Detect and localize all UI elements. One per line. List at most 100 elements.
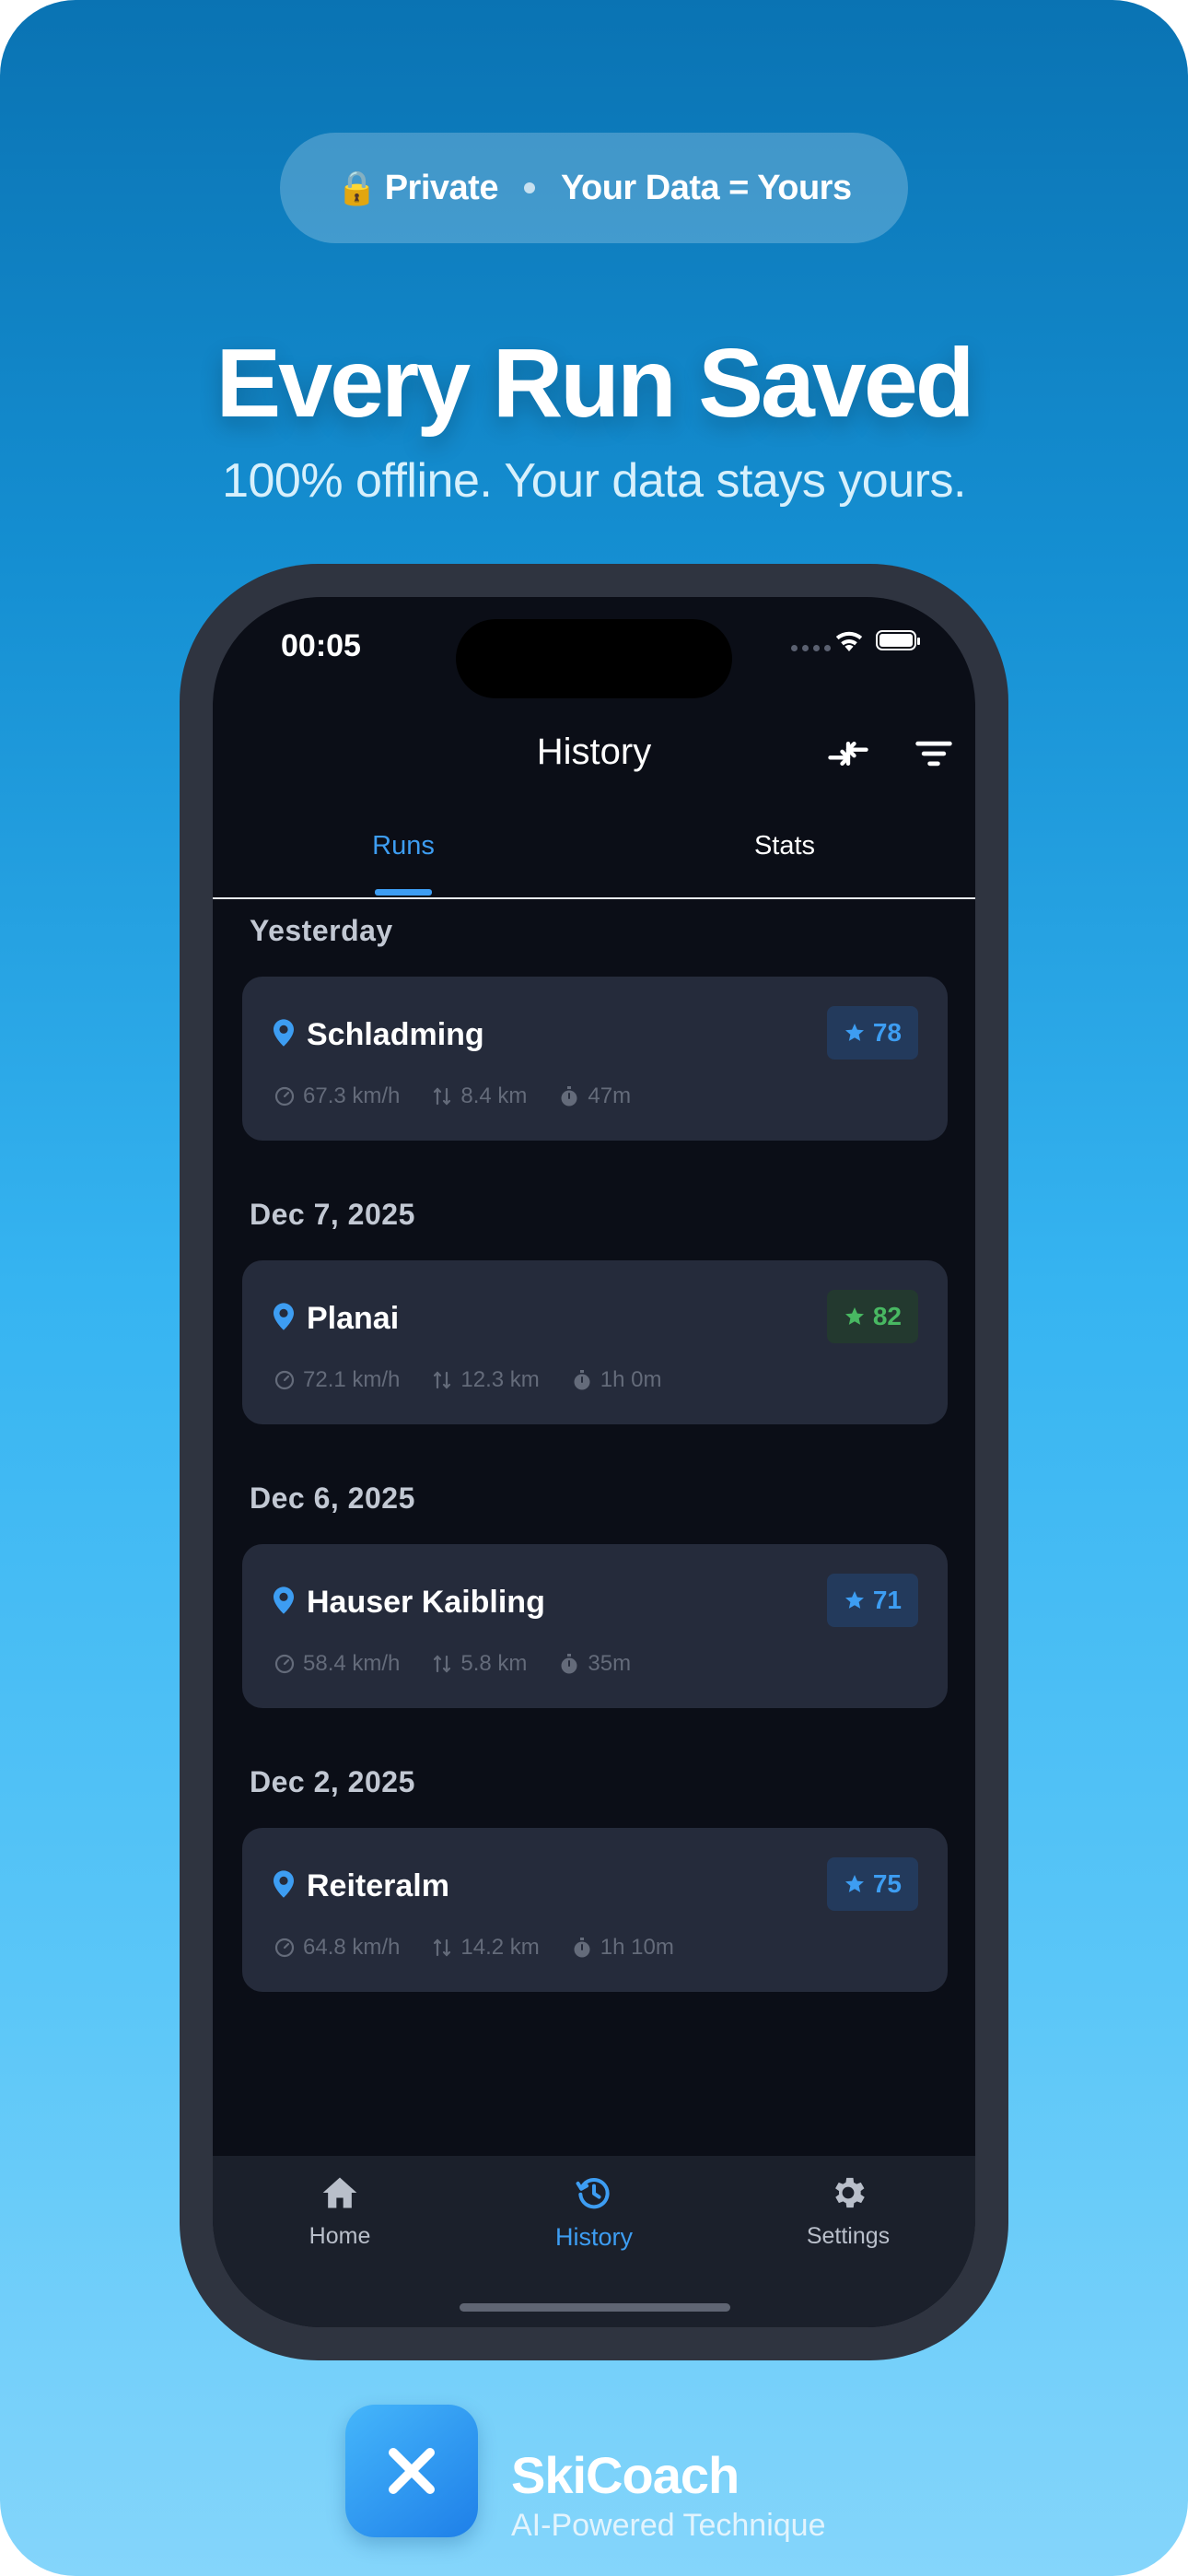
duration-value: 47m [588,1083,632,1108]
score-value: 78 [872,1018,902,1047]
brand-tagline: AI-Powered Technique [511,2508,826,2543]
compare-arrows-icon[interactable] [824,730,872,778]
phone-screen: 00:05 History Runs Stats Yesterday Schla… [213,597,975,2327]
duration-value: 1h 10m [600,1935,674,1960]
duration-value: 35m [588,1651,632,1676]
tab-stats[interactable]: Stats [594,831,975,861]
metric-speed: 67.3 km/h [274,1083,400,1109]
star-icon [844,1875,864,1892]
location-pin-icon [274,1587,294,1614]
skis-crossed-icon [389,2448,435,2494]
duration-value: 1h 0m [600,1367,662,1392]
tab-runs[interactable]: Runs [213,831,594,861]
promo-subtitle: 100% offline. Your data stays yours. [222,454,966,508]
filter-icon[interactable] [910,730,958,778]
location-pin-icon [274,1870,294,1898]
run-metrics: 67.3 km/h 8.4 km 47m [274,1083,662,1109]
nav-label: History [554,2223,633,2251]
nav-item-history[interactable]: History [467,2172,721,2252]
resort-name: Hauser Kaibling [307,1585,545,1620]
distance-value: 5.8 km [460,1651,528,1676]
privacy-label: Private [384,168,499,207]
nav-item-settings[interactable]: Settings [721,2172,975,2250]
metric-speed: 64.8 km/h [274,1935,400,1961]
speedometer-icon [274,1938,295,1958]
nav-label: Settings [806,2223,891,2249]
resort-name: Schladming [307,1017,484,1052]
lock-icon: 🔒 [336,169,378,206]
score-value: 82 [872,1302,902,1330]
route-icon [434,1087,451,1106]
score-badge: 75 [826,1857,918,1911]
metric-distance: 5.8 km [431,1651,527,1677]
home-icon [322,2177,357,2208]
resort-name: Planai [307,1301,400,1336]
section-header: Dec 2, 2025 [250,1765,415,1798]
route-icon [434,1371,451,1389]
star-icon [844,1307,864,1325]
distance-value: 14.2 km [460,1935,540,1960]
home-indicator[interactable] [460,2303,730,2312]
brand-name: SkiCoach [511,2446,740,2504]
score-value: 75 [872,1869,902,1898]
wifi-icon [835,631,863,652]
bottom-nav: Home History Settings [213,2156,975,2327]
stopwatch-icon [561,1654,577,1674]
route-icon [434,1655,451,1673]
metric-duration: 47m [558,1083,631,1109]
status-bar: 00:05 [213,597,975,708]
star-icon [844,1591,864,1609]
score-value: 71 [872,1586,902,1614]
battery-icon [876,630,920,650]
separator-dot [523,182,535,193]
tab-bar: Runs Stats [213,800,975,899]
run-metrics: 58.4 km/h 5.8 km 35m [274,1651,662,1677]
metric-speed: 72.1 km/h [274,1367,400,1393]
nav-label: Home [309,2223,371,2249]
speedometer-icon [274,1086,295,1107]
metric-distance: 8.4 km [431,1083,527,1109]
score-badge: 82 [826,1290,918,1343]
run-card[interactable]: Reiteralm 75 64.8 km/h 14.2 km 1h 10m [242,1828,948,1992]
data-ownership-label: Your Data = Yours [560,168,852,207]
resort-name: Reiteralm [307,1868,449,1903]
privacy-pill: 🔒 Private Your Data = Yours [280,133,908,243]
active-tab-indicator [375,889,432,896]
metric-speed: 58.4 km/h [274,1651,400,1677]
gear-icon [835,2177,865,2208]
metric-distance: 14.2 km [431,1935,540,1961]
run-card[interactable]: Hauser Kaibling 71 58.4 km/h 5.8 km 35m [242,1544,948,1708]
metric-distance: 12.3 km [431,1367,540,1393]
promo-title: Every Run Saved [215,329,974,438]
nav-item-home[interactable]: Home [213,2172,467,2250]
location-pin-icon [274,1019,294,1047]
cellular-signal-icon [791,645,831,651]
speedometer-icon [274,1654,295,1674]
stopwatch-icon [561,1086,577,1107]
run-metrics: 64.8 km/h 14.2 km 1h 10m [274,1935,705,1961]
run-metrics: 72.1 km/h 12.3 km 1h 0m [274,1367,693,1393]
score-badge: 78 [826,1006,918,1060]
metric-duration: 35m [558,1651,631,1677]
score-badge: 71 [826,1574,918,1627]
metric-duration: 1h 10m [571,1935,674,1961]
location-pin-icon [274,1303,294,1330]
metric-duration: 1h 0m [571,1367,662,1393]
dynamic-island [456,619,732,698]
promo-canvas: 🔒 Private Your Data = Yours Every Run Sa… [0,0,1188,2576]
distance-value: 8.4 km [460,1083,528,1108]
status-time: 00:05 [281,628,361,663]
run-card[interactable]: Schladming 78 67.3 km/h 8.4 km 47m [242,977,948,1141]
section-header: Yesterday [250,914,393,947]
speed-value: 67.3 km/h [303,1083,401,1108]
phone-mockup: 00:05 History Runs Stats Yesterday Schla… [180,564,1008,2360]
stopwatch-icon [574,1938,590,1958]
stopwatch-icon [574,1370,590,1390]
run-card[interactable]: Planai 82 72.1 km/h 12.3 km 1h 0m [242,1260,948,1424]
history-icon [576,2178,610,2209]
section-header: Dec 7, 2025 [250,1198,415,1231]
app-header: History [213,708,975,800]
star-icon [844,1024,864,1041]
speed-value: 64.8 km/h [303,1935,401,1960]
route-icon [434,1938,451,1957]
